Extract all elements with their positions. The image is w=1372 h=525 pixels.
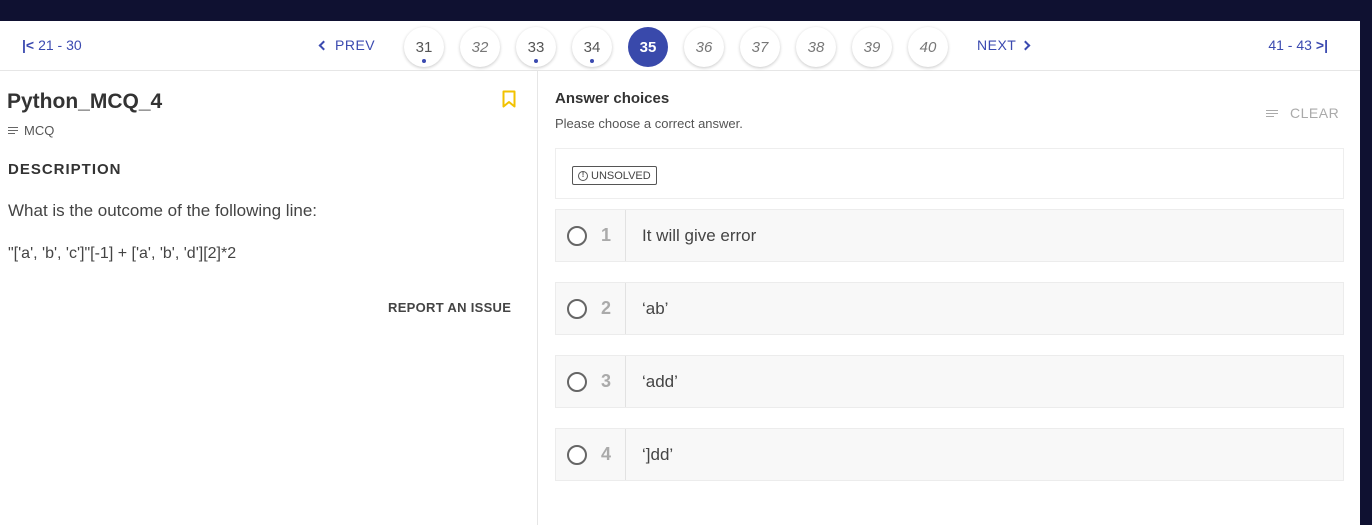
question-type-label: MCQ [24, 123, 55, 138]
question-number-label: 37 [751, 38, 769, 56]
report-issue-link[interactable]: REPORT AN ISSUE [388, 300, 511, 315]
question-number-37[interactable]: 37 [740, 27, 780, 67]
right-edge-strip [1360, 21, 1372, 525]
question-navigator: |< 21 - 30 PREV 31 32 33 34 35 36 37 38 … [0, 21, 1360, 71]
status-label: UNSOLVED [591, 169, 651, 182]
question-number-32[interactable]: 32 [460, 27, 500, 67]
next-range-label: 41 - 43 [1268, 37, 1312, 53]
question-number-label: 32 [471, 38, 489, 56]
next-label: NEXT [977, 37, 1017, 53]
question-number-35-current[interactable]: 35 [628, 27, 668, 67]
answer-option-3[interactable]: 3 ‘add’ [555, 355, 1344, 408]
question-number-40[interactable]: 40 [908, 27, 948, 67]
bookmark-icon[interactable] [502, 90, 516, 108]
option-text: ‘]dd’ [642, 444, 674, 464]
question-number-38[interactable]: 38 [796, 27, 836, 67]
option-divider [625, 210, 626, 261]
visited-dot [534, 59, 538, 63]
next-range-link[interactable]: 41 - 43 >| [1268, 37, 1328, 53]
option-text: ‘ab’ [642, 298, 669, 318]
lines-icon [1266, 109, 1278, 117]
option-divider [625, 283, 626, 334]
next-button[interactable]: NEXT [977, 37, 1031, 53]
question-number-31[interactable]: 31 [404, 27, 444, 67]
previous-range-label: 21 - 30 [38, 37, 82, 53]
radio-icon[interactable] [567, 225, 587, 246]
first-page-icon: |< [22, 37, 35, 53]
question-number-34[interactable]: 34 [572, 27, 612, 67]
option-text: ‘add’ [642, 371, 678, 391]
answer-option-4[interactable]: 4 ‘]dd’ [555, 428, 1344, 481]
clear-button[interactable]: CLEAR [1266, 105, 1339, 121]
prev-label: PREV [335, 37, 376, 53]
status-badge: ! UNSOLVED [572, 166, 657, 185]
option-text: It will give error [642, 225, 757, 245]
question-number-39[interactable]: 39 [852, 27, 892, 67]
question-type: MCQ [8, 123, 54, 138]
chevron-left-icon [318, 40, 329, 50]
last-page-icon: >| [1315, 37, 1328, 53]
visited-dot [422, 59, 426, 63]
option-number: 2 [600, 298, 611, 318]
radio-icon[interactable] [567, 298, 587, 319]
answer-pane: Answer choices Please choose a correct a… [539, 71, 1360, 525]
option-number: 1 [600, 225, 611, 245]
question-number-label: 36 [695, 38, 713, 56]
radio-icon[interactable] [567, 371, 587, 392]
question-number-label: 34 [583, 38, 601, 56]
option-number: 3 [600, 371, 611, 391]
question-number-label: 35 [639, 38, 657, 56]
chevron-right-icon [1020, 40, 1031, 50]
description-text: What is the outcome of the following lin… [8, 201, 317, 220]
question-number-label: 38 [807, 38, 825, 56]
answer-choices-subtitle: Please choose a correct answer. [555, 116, 743, 131]
question-number-label: 39 [863, 38, 881, 56]
option-divider [625, 356, 626, 407]
lines-icon [8, 127, 18, 134]
answer-option-1[interactable]: 1 It will give error [555, 209, 1344, 262]
question-number-33[interactable]: 33 [516, 27, 556, 67]
question-number-label: 31 [415, 38, 433, 56]
info-icon: ! [578, 170, 588, 181]
status-box: ! UNSOLVED [555, 148, 1344, 199]
question-number-36[interactable]: 36 [684, 27, 724, 67]
prev-button[interactable]: PREV [318, 37, 376, 53]
question-pane: Python_MCQ_4 MCQ DESCRIPTION What is the… [0, 71, 538, 525]
description-code: "['a', 'b', 'c']"[-1] + ['a', 'b', 'd'][… [8, 245, 237, 262]
answer-option-2[interactable]: 2 ‘ab’ [555, 282, 1344, 335]
top-bar [0, 0, 1372, 21]
option-number: 4 [600, 444, 611, 464]
radio-icon[interactable] [567, 444, 587, 465]
question-title: Python_MCQ_4 [7, 90, 163, 113]
question-number-label: 33 [527, 38, 545, 56]
visited-dot [590, 59, 594, 63]
option-divider [625, 429, 626, 480]
clear-label: CLEAR [1290, 105, 1340, 121]
description-heading: DESCRIPTION [8, 161, 122, 178]
question-number-label: 40 [919, 38, 937, 56]
previous-range-link[interactable]: |< 21 - 30 [22, 37, 82, 53]
answer-choices-title: Answer choices [555, 90, 670, 107]
